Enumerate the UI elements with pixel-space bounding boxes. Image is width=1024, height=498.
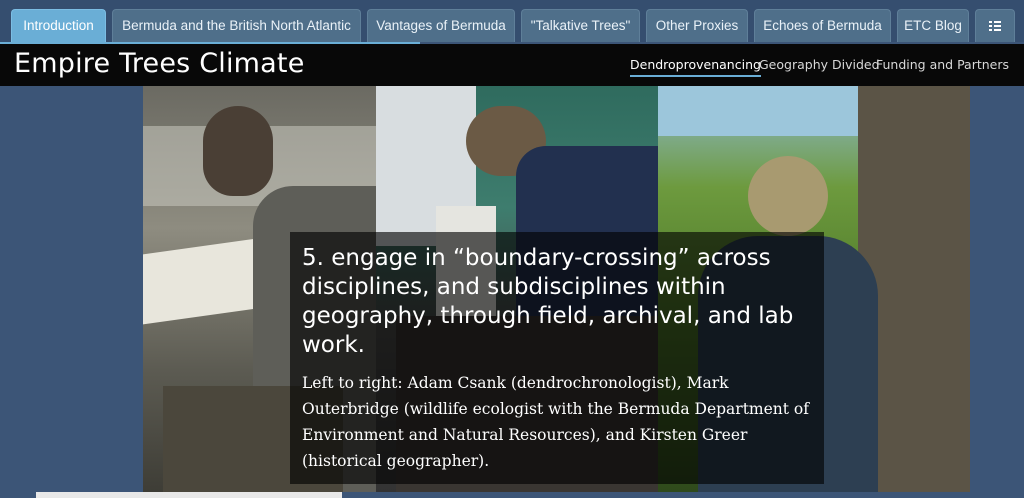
- tab-vantages-of-bermuda[interactable]: Vantages of Bermuda: [367, 9, 515, 42]
- tab-etc-blog[interactable]: ETC Blog: [897, 9, 969, 42]
- subnav-dendroprovenancing[interactable]: Dendroprovenancing: [630, 57, 761, 77]
- list-icon: [989, 21, 1001, 31]
- hero-caption-box: 5. engage in “boundary-crossing” across …: [290, 232, 824, 484]
- subnav-geography-divided[interactable]: Geography Divided: [759, 57, 880, 72]
- site-title[interactable]: Empire Trees Climate: [14, 48, 305, 79]
- tab-introduction[interactable]: Introduction: [11, 9, 106, 42]
- hero-heading: 5. engage in “boundary-crossing” across …: [302, 245, 794, 358]
- tab-bermuda-british-north-atlantic[interactable]: Bermuda and the British North Atlantic: [112, 9, 361, 42]
- hero-banner: 5. engage in “boundary-crossing” across …: [143, 86, 970, 492]
- tab-other-proxies[interactable]: Other Proxies: [646, 9, 748, 42]
- tab-talkative-trees[interactable]: "Talkative Trees": [521, 9, 640, 42]
- tab-menu-button[interactable]: [975, 9, 1015, 42]
- site-header: Empire Trees Climate Dendroprovenancing …: [0, 44, 1024, 86]
- tab-echoes-of-bermuda[interactable]: Echoes of Bermuda: [754, 9, 891, 42]
- hero-caption: Left to right: Adam Csank (dendrochronol…: [302, 374, 809, 470]
- top-tab-bar: Introduction Bermuda and the British Nor…: [0, 0, 1024, 42]
- subnav-funding-and-partners[interactable]: Funding and Partners: [876, 57, 1009, 72]
- bottom-content-strip: [36, 492, 342, 498]
